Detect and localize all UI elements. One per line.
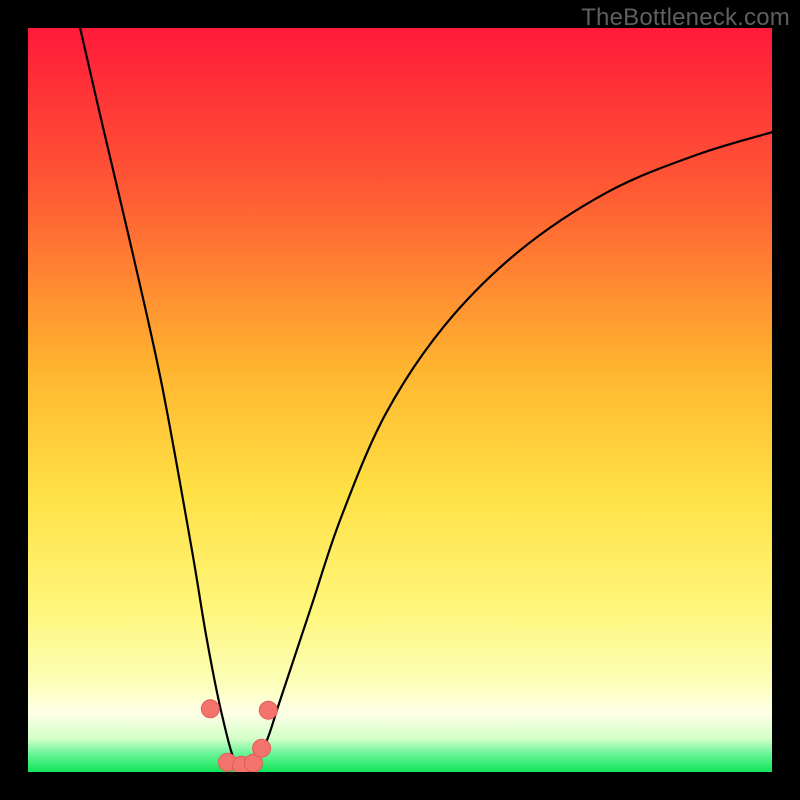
data-point <box>259 701 277 719</box>
data-point <box>253 739 271 757</box>
data-point <box>201 700 219 718</box>
chart-frame <box>28 28 772 772</box>
data-point-markers <box>28 28 772 772</box>
